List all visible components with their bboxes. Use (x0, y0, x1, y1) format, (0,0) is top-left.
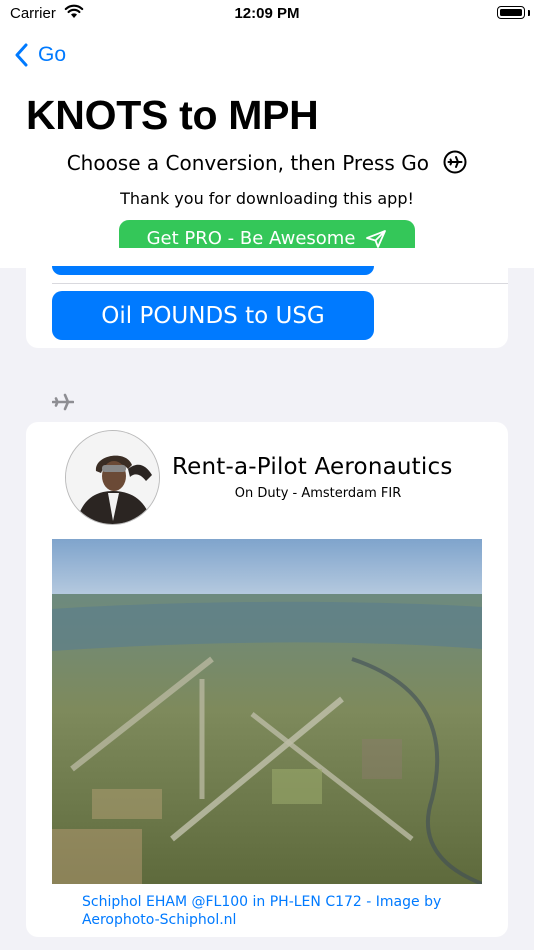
instruction-row: Choose a Conversion, then Press Go (0, 150, 534, 179)
airplane-circle-icon (443, 150, 467, 179)
get-pro-label: Get PRO - Be Awesome (146, 228, 356, 249)
airplane-icon (51, 393, 75, 415)
divider (52, 283, 508, 284)
battery-icon (497, 6, 525, 19)
aerial-photo (52, 539, 482, 884)
instruction-text: Choose a Conversion, then Press Go (66, 151, 429, 175)
duty-status: On Duty - Amsterdam FIR (234, 486, 402, 501)
clock: 12:09 PM (234, 5, 300, 22)
pilot-avatar (65, 430, 160, 525)
conversion-button-partial[interactable] (52, 266, 374, 275)
status-bar: Carrier 12:09 PM (0, 0, 534, 28)
oil-button-label: Oil POUNDS to USG (101, 302, 325, 329)
paper-plane-icon (366, 229, 387, 248)
oil-pounds-to-usg-button[interactable]: Oil POUNDS to USG (52, 291, 374, 340)
battery-tip (528, 10, 530, 16)
chevron-left-icon (15, 43, 28, 67)
company-name: Rent-a-Pilot Aeronautics (172, 454, 453, 480)
back-button[interactable]: Go (14, 40, 66, 70)
page-title: KNOTS to MPH (26, 92, 319, 138)
photo-credit-link[interactable]: Schiphol EHAM @FL100 in PH-LEN C172 - Im… (82, 893, 482, 929)
back-label: Go (38, 43, 67, 66)
thanks-text: Thank you for downloading this app! (120, 189, 414, 208)
